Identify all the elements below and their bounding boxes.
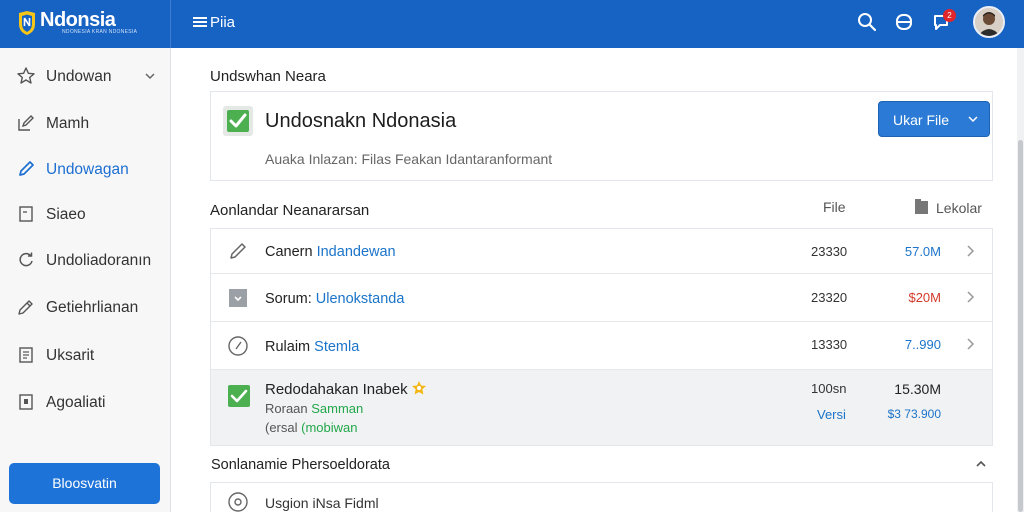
row-size: $20M	[908, 290, 941, 305]
row-count: 23330	[811, 244, 848, 259]
table-row-selected[interactable]: Redodahakan Inabek Roraan Samman (ersal …	[211, 370, 992, 445]
avatar[interactable]	[973, 6, 1005, 38]
row-link[interactable]: Ulenokstanda	[316, 291, 405, 307]
chevron-right-icon[interactable]	[965, 244, 975, 258]
card-title: Undosnakn Ndonasia	[265, 110, 457, 132]
row-count: 23320	[811, 290, 848, 305]
chevron-down-icon[interactable]	[144, 71, 156, 81]
list-title: Aonlandar Neanararsan	[210, 202, 370, 219]
page-icon	[19, 394, 33, 410]
bottom-list-item[interactable]: Usgion iNsa Fidml	[210, 482, 993, 512]
sub-green: (mobiwan	[301, 420, 358, 435]
star-badge-icon	[411, 381, 426, 395]
sidebar-item-undoliadoranin[interactable]: Undoliadoranın	[0, 241, 170, 281]
row-prefix: Canern	[265, 244, 317, 260]
file-table: Canern Indandewan 23330 57.0M Sorum: Ule…	[210, 228, 993, 446]
table-row[interactable]: Rulaim Stemla 13330 7..990	[211, 322, 992, 370]
user-photo-icon	[975, 8, 1003, 36]
logo-icon	[19, 11, 35, 35]
sidebar-item-label: Getiehrlianan	[46, 299, 139, 316]
sidebar-item-siaeo[interactable]: Siaeo	[0, 195, 170, 235]
chevron-right-icon[interactable]	[965, 290, 975, 304]
gear-icon	[228, 492, 248, 512]
top-bar: Ndonsia NDONESIA KRAN NDONESIA Piia 2	[0, 0, 1024, 48]
clock-icon	[228, 336, 248, 356]
row-size: 7..990	[904, 337, 941, 352]
row-size: 57.0M	[904, 244, 941, 259]
notification-badge: 2	[943, 9, 956, 22]
sidebar: Undowan Mamh Undowagan Siaeo Undoliadora…	[0, 48, 171, 512]
sidebar-item-uksarit[interactable]: Uksarit	[0, 336, 170, 376]
sidebar-item-label: Agoaliati	[46, 394, 106, 411]
sidebar-item-undowan[interactable]: Undowan	[0, 57, 170, 97]
table-row[interactable]: Canern Indandewan 23330 57.0M	[211, 229, 992, 274]
sidebar-item-agoaliati[interactable]: Agoaliati	[0, 383, 170, 423]
sub-prefix: (ersal	[265, 420, 302, 435]
folder-icon	[915, 199, 928, 214]
sidebar-item-mamh[interactable]: Mamh	[0, 104, 170, 144]
logo-subtext: NDONESIA KRAN NDONESIA	[62, 29, 138, 35]
logo[interactable]: Ndonsia NDONESIA KRAN NDONESIA	[0, 0, 170, 48]
table-row[interactable]: Sorum: Ulenokstanda 23320 $20M	[211, 274, 992, 322]
pen-icon	[18, 300, 33, 315]
card-description: Auaka Inlazan: Filas Feakan Idantaranfor…	[265, 151, 553, 167]
sub-prefix: Roraan	[265, 401, 312, 416]
section-title: Undswhan Neara	[210, 68, 326, 85]
row-link[interactable]: Indandewan	[317, 244, 396, 260]
column-header-lekolar: Lekolar	[936, 200, 982, 216]
sidebar-item-label: Mamh	[46, 115, 90, 132]
sidebar-item-getiehrlianan[interactable]: Getiehrlianan	[0, 288, 170, 328]
storage-icon[interactable]	[893, 11, 915, 33]
sidebar-item-label: Uksarit	[46, 347, 95, 364]
bottom-section-title: Sonlanamie Phersoeldorata	[211, 457, 390, 473]
hamburger-icon	[193, 15, 207, 29]
checkbox-checked-icon[interactable]	[227, 384, 251, 408]
file-gray-icon	[229, 289, 247, 307]
sidebar-item-label: Undowagan	[46, 161, 129, 178]
chevron-right-icon[interactable]	[965, 337, 975, 351]
row-name: Canern Indandewan	[265, 244, 396, 260]
menu-button[interactable]: Piia	[193, 12, 235, 32]
refresh-icon	[19, 252, 33, 267]
row-subtitle-2: (ersal (mobiwan	[265, 420, 357, 435]
pencil-icon	[19, 161, 34, 176]
row-title: Redodahakan Inabek	[265, 380, 427, 398]
bottom-row-text: Usgion iNsa Fidml	[265, 495, 379, 511]
row-count: 13330	[811, 337, 848, 352]
sidebar-item-undowagan[interactable]: Undowagan	[0, 150, 170, 190]
row-prefix: Sorum:	[265, 291, 316, 307]
sidebar-item-label: Siaeo	[46, 206, 86, 223]
sidebar-action-button[interactable]: Bloosvatin	[9, 463, 160, 504]
header-divider	[170, 0, 171, 48]
row-subtitle-1: Roraan Samman	[265, 401, 363, 416]
row-link[interactable]: Stemla	[314, 339, 359, 355]
row-name: Rulaim Stemla	[265, 339, 359, 355]
search-icon[interactable]	[856, 11, 878, 33]
scrollbar-thumb[interactable]	[1018, 140, 1023, 512]
version-link[interactable]: Versi	[817, 407, 846, 422]
main-panel: Undswhan Neara Undosnakn Ndonasia Auaka …	[171, 48, 1024, 512]
sidebar-item-label: Undoliadoranın	[46, 252, 152, 269]
star-icon	[17, 67, 35, 84]
sub-green: Samman	[311, 401, 364, 416]
row-count: 100sn	[811, 381, 847, 396]
document-icon	[19, 206, 33, 222]
row-title-text: Redodahakan Inabek	[265, 381, 408, 398]
upload-card: Undosnakn Ndonasia Auaka Inlazan: Filas …	[210, 91, 993, 181]
row-size-secondary: $3 73.900	[887, 407, 941, 421]
row-size: 15.30M	[894, 381, 941, 397]
row-prefix: Rulaim	[265, 339, 315, 355]
upload-file-button[interactable]: Ukar File	[878, 101, 990, 137]
edit-square-icon	[18, 115, 34, 131]
column-header-file: File	[823, 199, 846, 215]
pencil-icon	[230, 243, 246, 259]
menu-label: Piia	[210, 13, 236, 31]
sidebar-item-label: Undowan	[46, 68, 112, 85]
upload-button-label: Ukar File	[893, 112, 950, 128]
list-icon	[19, 347, 33, 363]
row-name: Sorum: Ulenokstanda	[265, 291, 404, 307]
chevron-down-icon	[968, 116, 978, 123]
chevron-up-icon[interactable]	[975, 459, 987, 469]
checkbox-checked-icon[interactable]	[223, 106, 253, 136]
